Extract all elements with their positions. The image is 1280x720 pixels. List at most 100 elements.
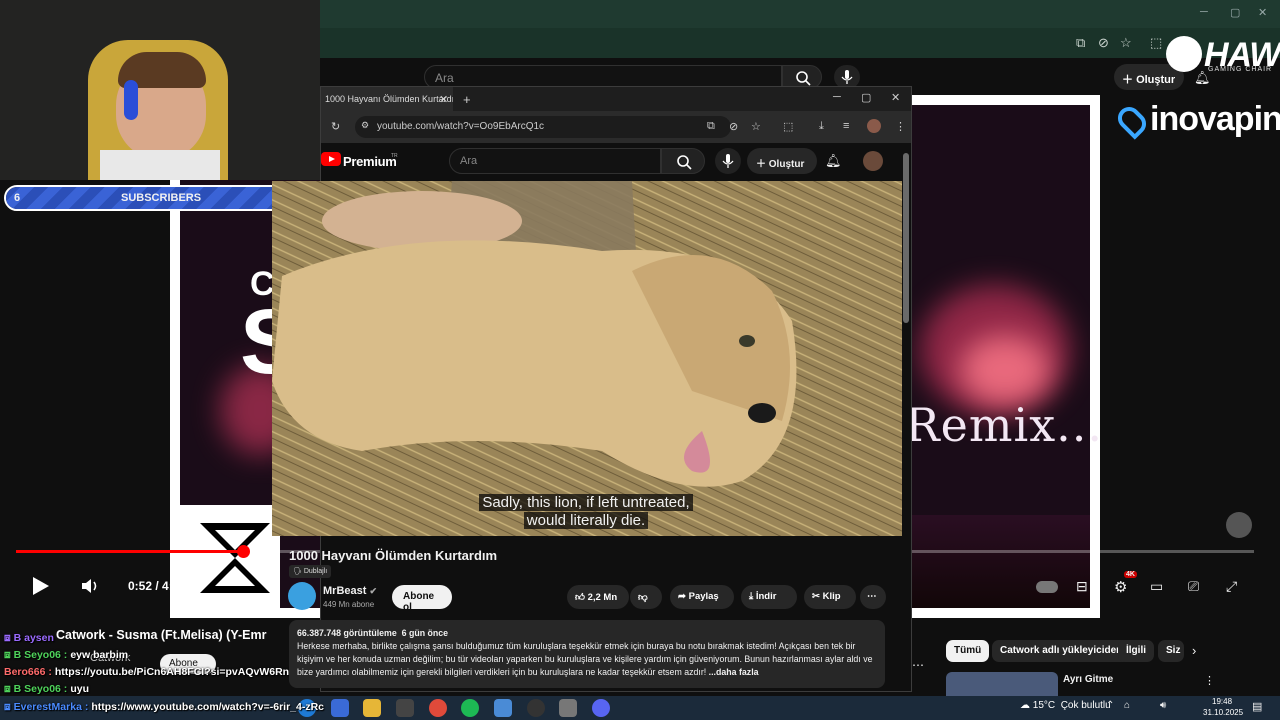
file-explorer-icon[interactable] <box>363 699 381 717</box>
caption-line: Sadly, this lion, if left untreated, <box>479 494 693 511</box>
extensions-icon[interactable]: ⬚ <box>783 120 793 133</box>
side-video-title[interactable]: Ayrı Gitme <box>1063 674 1113 685</box>
new-tab-icon[interactable]: + <box>463 92 471 107</box>
weather-widget[interactable]: ☁ 15°C Çok bulutlu <box>1020 700 1111 711</box>
channel-name[interactable]: MrBeast ✔ <box>323 585 377 597</box>
chrome-icon[interactable] <box>429 699 447 717</box>
fullscreen-icon[interactable]: ⤢ <box>1226 578 1237 595</box>
bookmark-star-icon[interactable]: ☆ <box>751 120 761 133</box>
hawk-logo-icon <box>1166 36 1202 72</box>
caption-line: would literally die. <box>523 512 649 529</box>
eye-off-icon[interactable]: ⊘ <box>1098 35 1109 51</box>
hourglass-logo-icon <box>200 523 270 593</box>
tray-chevron-icon[interactable]: ⌃ <box>1106 700 1114 711</box>
like-button[interactable]: 👍︎ 2,2 Mn <box>567 585 629 609</box>
obs-icon[interactable] <box>527 699 545 717</box>
eye-off-icon[interactable]: ⊘ <box>729 120 738 133</box>
bookmark-star-icon[interactable]: ☆ <box>1120 35 1132 51</box>
close-icon[interactable]: ✕ <box>1258 6 1267 19</box>
progress-scrubber[interactable] <box>237 545 250 558</box>
notification-center-icon[interactable]: ▤ <box>1252 700 1262 713</box>
more-actions-button[interactable]: ⋯ <box>860 585 886 609</box>
side-video-thumbnail[interactable] <box>946 672 1058 696</box>
dislike-button[interactable]: 👎︎ <box>630 585 662 609</box>
thumbs-down-icon: 👎︎ <box>638 592 648 603</box>
minimize-icon[interactable]: ─ <box>1200 6 1208 18</box>
plus-icon: ＋ <box>1122 74 1137 86</box>
chat-message: Bero666 : https://youtu.be/PiCn6AH8FCI?si… <box>4 666 328 678</box>
thumbs-up-icon: 👍︎ <box>575 592 588 603</box>
cast-icon[interactable]: ⎚ <box>1188 578 1199 595</box>
video-title: 1000 Hayvanı Ölümden Kurtardım <box>289 548 498 563</box>
reload-icon[interactable]: ↻ <box>331 120 340 133</box>
chat-text: uyu <box>70 683 89 695</box>
discord-icon[interactable] <box>592 699 610 717</box>
search-input[interactable]: Ara <box>449 148 661 174</box>
youtube-logo-icon[interactable] <box>321 152 341 166</box>
chip-you[interactable]: Siz <box>1158 640 1184 662</box>
crowd <box>910 515 1090 608</box>
front-tab[interactable]: 1000 Hayvanı Ölümden Kurtardım <box>321 87 453 111</box>
browser-menu-icon[interactable]: ⋮ <box>895 120 906 133</box>
settings-gear-icon[interactable]: ⚙ <box>1114 578 1127 596</box>
subscribe-button[interactable]: Abone ol <box>392 585 452 613</box>
maximize-icon[interactable]: ▢ <box>1230 6 1240 19</box>
stage-light <box>960 335 1050 405</box>
chip-related[interactable]: İlgili <box>1118 640 1154 662</box>
profile-avatar[interactable] <box>867 119 881 133</box>
search-button[interactable] <box>661 148 705 174</box>
xbox-icon[interactable] <box>396 699 414 717</box>
video-caption: Sadly, this lion, if left untreated, wou… <box>472 494 700 530</box>
notifications-icon[interactable]: 🔔︎ <box>825 153 842 169</box>
clip-button[interactable]: ✂ Klip <box>804 585 856 609</box>
scrollbar[interactable] <box>903 153 909 323</box>
channel-watermark-icon[interactable] <box>1226 512 1252 538</box>
main-video-player[interactable] <box>272 181 902 536</box>
clock-time[interactable]: 19:48 <box>1212 697 1232 706</box>
create-button[interactable]: ＋ Oluştur <box>747 148 817 174</box>
webcam-feed <box>0 0 320 180</box>
tab-close-icon[interactable]: ✕ <box>439 93 448 106</box>
store-icon[interactable] <box>331 699 349 717</box>
more-icon[interactable]: ⋯ <box>912 658 924 672</box>
video-description[interactable]: 66.387.748 görüntüleme 6 gün önce Herkes… <box>289 620 885 688</box>
reading-list-icon[interactable]: ≡ <box>843 120 849 132</box>
clock-date[interactable]: 31.10.2025 <box>1203 708 1243 717</box>
window-maximize-icon[interactable]: ▢ <box>861 91 871 104</box>
miniplayer-icon[interactable]: ▭ <box>1150 578 1163 595</box>
more-vert-icon[interactable]: ⋮ <box>1204 674 1215 687</box>
cast-icon[interactable]: ⧉ <box>707 120 715 133</box>
network-icon[interactable]: ⌂ <box>1124 700 1130 711</box>
show-more-link[interactable]: ...daha fazla <box>709 667 759 677</box>
window-close-icon[interactable]: ✕ <box>891 91 900 104</box>
streamer-shirt <box>100 150 220 180</box>
chat-user: ⧈ B aysen <box>4 632 54 644</box>
share-button[interactable]: ➦ Paylaş <box>670 585 734 609</box>
app-icon[interactable] <box>559 699 577 717</box>
subtitles-icon[interactable]: ⊟ <box>1076 578 1088 595</box>
spotify-icon[interactable] <box>461 699 479 717</box>
play-icon[interactable] <box>28 574 52 598</box>
volume-icon[interactable] <box>80 576 102 596</box>
channel-avatar[interactable] <box>288 582 316 610</box>
autoplay-toggle[interactable] <box>1036 581 1058 593</box>
inovapin-brand: inovapin <box>1150 100 1280 138</box>
site-info-icon[interactable]: ⚙ <box>361 120 369 131</box>
voice-search-button[interactable] <box>715 148 741 174</box>
download-button[interactable]: ⤓ İndir <box>741 585 797 609</box>
account-avatar[interactable] <box>863 151 883 171</box>
subscriber-goal-current: 6 <box>14 192 21 204</box>
chevron-right-icon[interactable]: › <box>1192 643 1196 658</box>
cast-icon[interactable]: ⧉ <box>1076 35 1085 51</box>
url-field[interactable]: youtube.com/watch?v=Oo9EbArcQ1c <box>355 116 731 138</box>
progress-played <box>16 550 244 553</box>
chip-all[interactable]: Tümü <box>946 640 990 662</box>
youtube-premium-label[interactable]: Premium <box>343 154 397 169</box>
download-icon[interactable]: ⤓ <box>819 120 824 133</box>
app-icon[interactable] <box>494 699 512 717</box>
extensions-icon[interactable]: ⬚ <box>1150 35 1162 51</box>
video-time: 0:52 / 4:46 <box>128 579 187 593</box>
volume-icon[interactable]: 🔊︎ <box>1160 700 1166 711</box>
chip-uploader[interactable]: Catwork adlı yükleyiciden <box>992 640 1131 662</box>
window-minimize-icon[interactable]: ─ <box>833 91 841 103</box>
